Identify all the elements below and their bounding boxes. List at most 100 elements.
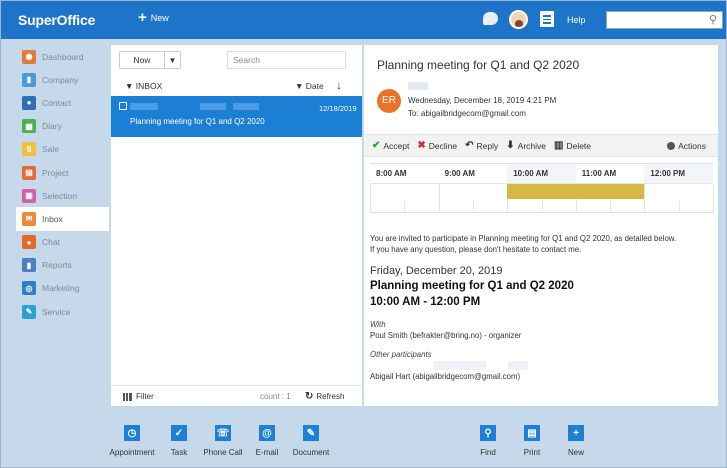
accept-button[interactable]: ✔ Accept [372, 140, 409, 151]
filter-button[interactable]: Filter [123, 392, 154, 401]
sidebar-item-label: Marketing [42, 283, 80, 294]
folder-header[interactable]: ▼ INBOX [125, 81, 162, 91]
new-button[interactable]: + New [546, 425, 606, 457]
caret-down-icon: ▼ [125, 81, 134, 91]
hour-label: 12:00 PM [644, 164, 713, 183]
with-label: With [370, 320, 386, 329]
mail-date: 12/18/2019 [319, 104, 357, 113]
sort-label: Date [305, 81, 324, 91]
new-button-label: New [150, 13, 169, 23]
e-mail-label: E-mail [255, 448, 279, 457]
sidebar-item-selection[interactable]: ▣ Selection [16, 184, 109, 207]
refresh-button[interactable]: ↻ Refresh [305, 391, 344, 402]
sidebar-item-service[interactable]: ✎ Service [16, 300, 109, 323]
sidebar-item-sale[interactable]: $ Sale [16, 138, 109, 161]
decline-button[interactable]: ✖ Decline [417, 140, 457, 151]
sidebar-item-inbox[interactable]: ✉ Inbox [16, 207, 109, 231]
sidebar-item-project[interactable]: ▤ Project [16, 161, 109, 184]
email-action-bar: ✔ Accept ✖ Decline ↶ Reply ⬇ Archive ▥ D… [364, 134, 718, 157]
busy-block[interactable] [507, 184, 645, 199]
event-title: Planning meeting for Q1 and Q2 2020 [370, 280, 574, 292]
document-icon: ✎ [303, 425, 319, 441]
find-icon: ⚲ [480, 425, 496, 441]
task-icon: ✓ [171, 425, 187, 441]
chat-bubble-icon[interactable] [483, 12, 498, 25]
slot-divider [713, 184, 714, 213]
caret-down-icon: ▼ [295, 81, 304, 91]
sidebar-nav: ◉ Dashboard ▮ Company ● Contact ▦ Diary $ Sale ▤ Pr… [16, 45, 109, 323]
caret-down-icon[interactable]: ▼ [165, 56, 180, 65]
delete-label: Delete [566, 140, 592, 151]
participant-line: Abigail Hart (abigailbridgecom@gmail.com… [370, 372, 521, 381]
new-icon: + [568, 425, 584, 441]
sidebar-item-label: Inbox [42, 213, 63, 224]
sale-icon: $ [22, 142, 36, 157]
grid-icon [123, 392, 132, 401]
organizer-line: Poul Smith (befrakter@bring.no) - organi… [370, 331, 522, 340]
sidebar-item-contact[interactable]: ● Contact [16, 91, 109, 114]
bottom-toolbar: ◷ Appointment ✓ Task ☏ Phone Call @ E-mail ✎ Docu… [1, 409, 727, 468]
e-mail-icon: @ [259, 425, 275, 441]
sidebar-item-label: Diary [42, 121, 62, 132]
service-icon: ✎ [22, 304, 36, 319]
now-label[interactable]: Now [120, 52, 165, 68]
invitation-line: If you have any question, please don't h… [370, 245, 582, 254]
actions-menu-button[interactable]: Actions [667, 141, 706, 151]
search-icon[interactable]: ⚲ [709, 13, 717, 26]
redacted-participant [434, 361, 486, 370]
print-icon: ▤ [524, 425, 540, 441]
sender-avatar: ER [377, 89, 401, 113]
appointment-icon: ◷ [124, 425, 140, 441]
sidebar-item-company[interactable]: ▮ Company [16, 68, 109, 91]
print-label: Print [523, 448, 541, 457]
help-link[interactable]: Help [567, 15, 586, 25]
sidebar-item-label: Company [42, 74, 79, 85]
trash-icon: ▥ [554, 140, 564, 151]
email-detail-panel: Planning meeting for Q1 and Q2 2020 ER W… [364, 45, 718, 406]
now-dropdown[interactable]: Now ▼ [119, 51, 181, 69]
global-search-input[interactable]: ⚲ [606, 11, 723, 29]
slot-divider [472, 201, 474, 213]
archive-icon: ⬇ [506, 140, 515, 151]
archive-button[interactable]: ⬇ Archive [506, 140, 546, 151]
slot-divider [610, 201, 612, 213]
sidebar-item-label: Dashboard [42, 51, 84, 62]
other-participants-label: Other participants [370, 350, 432, 359]
item-count: count : 1 [260, 392, 291, 401]
list-search-input[interactable]: Search [227, 51, 346, 69]
sort-dropdown[interactable]: ▼ Date [295, 81, 324, 91]
reports-icon: ▮ [22, 258, 36, 273]
actions-label: Actions [678, 140, 706, 151]
inbox-icon: ✉ [22, 211, 36, 226]
hour-label: 9:00 AM [444, 169, 475, 178]
slot-divider [644, 184, 646, 213]
document-label: Document [292, 448, 330, 457]
delete-button[interactable]: ▥ Delete [554, 140, 591, 151]
recipient-line: To: abigailbridgecom@gmail.com [408, 109, 526, 118]
marketing-icon: ◎ [22, 281, 36, 296]
sidebar-item-diary[interactable]: ▦ Diary [16, 115, 109, 138]
sidebar-item-label: Selection [42, 190, 77, 201]
sidebar-item-chat[interactable]: ● Chat [16, 231, 109, 254]
app-logo[interactable]: SuperOffice [18, 12, 95, 28]
hour-label: 10:00 AM [507, 164, 576, 183]
reply-button[interactable]: ↶ Reply [465, 140, 498, 151]
sidebar-item-reports[interactable]: ▮ Reports [16, 254, 109, 277]
decline-label: Decline [428, 140, 458, 151]
slot-divider [678, 201, 680, 213]
user-avatar[interactable] [509, 10, 528, 29]
selection-icon: ▣ [22, 188, 36, 203]
list-item[interactable]: 12/18/2019 Planning meeting for Q1 and Q… [111, 96, 362, 137]
top-bar: SuperOffice + New Help ⚲ [1, 1, 726, 39]
document-button[interactable]: ✎ Document [281, 425, 341, 457]
new-button[interactable]: + New [138, 10, 169, 25]
slot-divider [438, 184, 440, 213]
sidebar-item-dashboard[interactable]: ◉ Dashboard [16, 45, 109, 68]
redacted-participant [508, 361, 528, 370]
sort-direction-icon[interactable]: ↓ [336, 78, 342, 92]
redacted-sender-name [408, 82, 428, 90]
slot-divider [404, 201, 406, 213]
new-label: New [567, 448, 584, 457]
sidebar-item-marketing[interactable]: ◎ Marketing [16, 277, 109, 300]
document-icon[interactable] [540, 11, 554, 27]
